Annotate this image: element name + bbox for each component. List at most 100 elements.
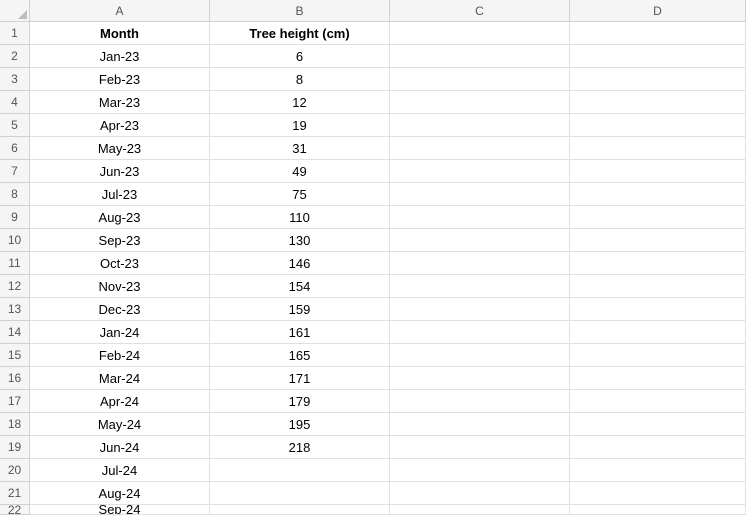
select-all-corner[interactable] [0, 0, 30, 22]
cell[interactable] [390, 114, 570, 137]
cell[interactable] [570, 275, 746, 298]
row-header[interactable]: 8 [0, 183, 30, 206]
cell[interactable]: Jun-23 [30, 160, 210, 183]
cell[interactable]: Mar-23 [30, 91, 210, 114]
cell[interactable]: 165 [210, 344, 390, 367]
cell[interactable] [390, 137, 570, 160]
cell[interactable] [570, 436, 746, 459]
cell[interactable]: May-23 [30, 137, 210, 160]
cell[interactable]: 8 [210, 68, 390, 91]
cell[interactable] [570, 68, 746, 91]
cell[interactable]: Nov-23 [30, 275, 210, 298]
spreadsheet-grid[interactable]: A B C D 1 Month Tree height (cm) 2 Jan-2… [0, 0, 750, 515]
cell[interactable] [390, 91, 570, 114]
cell[interactable]: 31 [210, 137, 390, 160]
row-header[interactable]: 20 [0, 459, 30, 482]
cell[interactable] [390, 252, 570, 275]
cell[interactable]: 110 [210, 206, 390, 229]
cell[interactable] [570, 413, 746, 436]
row-header[interactable]: 4 [0, 91, 30, 114]
cell[interactable] [390, 459, 570, 482]
cell[interactable] [390, 298, 570, 321]
cell[interactable] [390, 183, 570, 206]
cell[interactable] [390, 321, 570, 344]
row-header[interactable]: 22 [0, 505, 30, 515]
col-header-B[interactable]: B [210, 0, 390, 22]
row-header[interactable]: 3 [0, 68, 30, 91]
row-header[interactable]: 19 [0, 436, 30, 459]
cell[interactable] [570, 45, 746, 68]
row-header[interactable]: 17 [0, 390, 30, 413]
cell[interactable]: Sep-24 [30, 505, 210, 515]
cell[interactable] [570, 137, 746, 160]
cell[interactable]: May-24 [30, 413, 210, 436]
cell[interactable]: Jul-24 [30, 459, 210, 482]
cell[interactable]: 161 [210, 321, 390, 344]
cell[interactable] [570, 505, 746, 515]
cell[interactable] [570, 344, 746, 367]
cell[interactable]: Jun-24 [30, 436, 210, 459]
cell[interactable] [390, 505, 570, 515]
cell[interactable]: Jul-23 [30, 183, 210, 206]
col-header-D[interactable]: D [570, 0, 746, 22]
cell[interactable] [390, 206, 570, 229]
cell[interactable]: 195 [210, 413, 390, 436]
cell[interactable]: Apr-24 [30, 390, 210, 413]
cell[interactable]: Oct-23 [30, 252, 210, 275]
row-header[interactable]: 2 [0, 45, 30, 68]
cell[interactable] [390, 229, 570, 252]
row-header[interactable]: 15 [0, 344, 30, 367]
cell[interactable] [570, 459, 746, 482]
cell[interactable]: 146 [210, 252, 390, 275]
cell-D1[interactable] [570, 22, 746, 45]
cell[interactable]: Feb-24 [30, 344, 210, 367]
cell[interactable]: 6 [210, 45, 390, 68]
row-header[interactable]: 16 [0, 367, 30, 390]
cell[interactable]: Sep-23 [30, 229, 210, 252]
cell[interactable] [210, 482, 390, 505]
cell[interactable]: 49 [210, 160, 390, 183]
cell[interactable]: 159 [210, 298, 390, 321]
cell[interactable] [210, 459, 390, 482]
cell[interactable] [570, 206, 746, 229]
cell-C1[interactable] [390, 22, 570, 45]
cell[interactable] [390, 413, 570, 436]
cell[interactable]: Aug-24 [30, 482, 210, 505]
cell[interactable] [570, 298, 746, 321]
cell[interactable] [390, 482, 570, 505]
cell[interactable] [570, 160, 746, 183]
cell[interactable] [210, 505, 390, 515]
cell[interactable] [390, 45, 570, 68]
row-header[interactable]: 11 [0, 252, 30, 275]
cell[interactable]: 75 [210, 183, 390, 206]
cell[interactable]: Mar-24 [30, 367, 210, 390]
cell[interactable]: 171 [210, 367, 390, 390]
row-header[interactable]: 12 [0, 275, 30, 298]
cell[interactable] [570, 482, 746, 505]
cell[interactable] [390, 275, 570, 298]
cell[interactable] [390, 436, 570, 459]
row-header[interactable]: 6 [0, 137, 30, 160]
row-header[interactable]: 5 [0, 114, 30, 137]
cell[interactable] [390, 68, 570, 91]
cell[interactable] [390, 160, 570, 183]
cell[interactable]: 218 [210, 436, 390, 459]
cell[interactable] [570, 91, 746, 114]
row-header[interactable]: 21 [0, 482, 30, 505]
cell[interactable]: Jan-23 [30, 45, 210, 68]
col-header-A[interactable]: A [30, 0, 210, 22]
row-header[interactable]: 10 [0, 229, 30, 252]
cell[interactable]: Apr-23 [30, 114, 210, 137]
cell[interactable] [570, 367, 746, 390]
cell-B1[interactable]: Tree height (cm) [210, 22, 390, 45]
cell[interactable]: Dec-23 [30, 298, 210, 321]
col-header-C[interactable]: C [390, 0, 570, 22]
row-header[interactable]: 18 [0, 413, 30, 436]
cell[interactable]: 12 [210, 91, 390, 114]
cell[interactable] [570, 252, 746, 275]
cell[interactable]: Aug-23 [30, 206, 210, 229]
cell[interactable] [390, 390, 570, 413]
cell[interactable] [570, 183, 746, 206]
cell-A1[interactable]: Month [30, 22, 210, 45]
cell[interactable] [570, 321, 746, 344]
